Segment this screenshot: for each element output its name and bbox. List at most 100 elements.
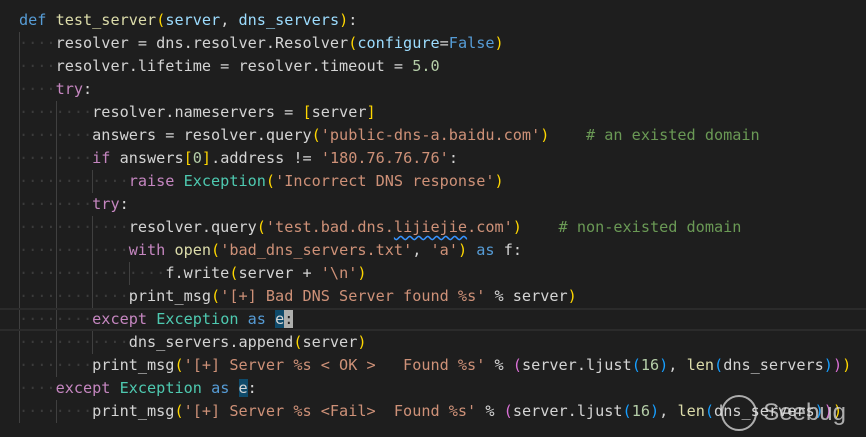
code-token: ) bbox=[494, 34, 504, 52]
code-token: server + bbox=[238, 264, 321, 282]
code-token: with bbox=[128, 241, 166, 259]
code-token: ) bbox=[540, 126, 550, 144]
code-line[interactable]: ············with open('bad_dns_servers.t… bbox=[0, 239, 866, 262]
code-token: resolver = dns.resolver.Resolver bbox=[55, 34, 349, 52]
code-line[interactable]: ················f.write(server + '\n') bbox=[0, 262, 866, 285]
code-token: def bbox=[19, 11, 47, 29]
code-token: server.ljust bbox=[512, 402, 623, 420]
code-token: : bbox=[119, 195, 129, 213]
code-token: open bbox=[174, 241, 212, 259]
code-token: 16 bbox=[640, 356, 660, 374]
indent-guide bbox=[55, 310, 57, 329]
code-token: ( bbox=[211, 241, 221, 259]
code-editor[interactable]: def test_server(server, dns_servers): ···… bbox=[0, 9, 866, 423]
code-line[interactable]: ············raise Exception('Incorrect D… bbox=[0, 170, 866, 193]
indent-guide bbox=[55, 170, 57, 193]
indent-guide bbox=[55, 354, 57, 377]
code-line[interactable]: ········print_msg('[+] Server %s < OK > … bbox=[0, 354, 866, 377]
code-line[interactable]: ········except Exception as e: bbox=[0, 308, 866, 331]
code-token: ( bbox=[174, 356, 184, 374]
code-token: resolver.query bbox=[128, 218, 257, 236]
indent-guide bbox=[128, 262, 130, 285]
code-token: , bbox=[668, 356, 687, 374]
seebug-logo-icon bbox=[721, 395, 758, 431]
code-token: ( bbox=[256, 218, 266, 236]
indent-guide bbox=[19, 78, 20, 101]
code-token: ( bbox=[512, 356, 522, 374]
code-token: server bbox=[311, 103, 367, 121]
indent-guide bbox=[55, 216, 57, 239]
code-token: ) bbox=[339, 11, 349, 29]
code-line[interactable]: def test_server(server, dns_servers): bbox=[0, 9, 866, 32]
indent-guide bbox=[19, 310, 20, 329]
code-token: ) bbox=[357, 333, 367, 351]
code-line[interactable]: ····try: bbox=[0, 78, 866, 101]
code-token: .com' bbox=[467, 218, 513, 236]
code-line[interactable]: ············dns_servers.append(server) bbox=[0, 331, 866, 354]
indent-guide bbox=[19, 193, 20, 216]
code-token: as bbox=[476, 241, 495, 259]
code-token: ( bbox=[311, 126, 321, 144]
code-token: ( bbox=[622, 402, 632, 420]
code-token: ] bbox=[201, 149, 212, 167]
code-token: lijiejie bbox=[393, 218, 468, 236]
code-token: , bbox=[220, 11, 239, 29]
code-token: len bbox=[677, 402, 705, 420]
indent-guide bbox=[19, 147, 20, 170]
code-token: 'Incorrect DNS response' bbox=[275, 172, 495, 190]
code-token: dns_servers.append bbox=[128, 333, 294, 351]
code-line[interactable]: ············print_msg('[+] Bad DNS Serve… bbox=[0, 285, 866, 308]
code-token: ( bbox=[631, 356, 641, 374]
code-token: answers = resolver.query bbox=[92, 126, 312, 144]
code-token: ( bbox=[704, 402, 715, 420]
code-token: ( bbox=[156, 11, 166, 29]
code-token: 'a' bbox=[430, 241, 458, 259]
code-token: , bbox=[659, 402, 678, 420]
code-token: configure bbox=[357, 34, 440, 52]
code-token: '[+] Server %s <Fail> Found %s' bbox=[183, 402, 477, 420]
code-line[interactable]: ········answers = resolver.query('public… bbox=[0, 124, 866, 147]
code-token: server.ljust bbox=[521, 356, 632, 374]
code-token: ) bbox=[512, 218, 522, 236]
code-token: except bbox=[55, 379, 111, 397]
indent-guide bbox=[19, 32, 20, 55]
indent-guide bbox=[19, 331, 20, 354]
code-token: ( bbox=[503, 402, 513, 420]
code-token: print_msg bbox=[92, 356, 175, 374]
code-line[interactable]: ············resolver.query('test.bad.dns… bbox=[0, 216, 866, 239]
code-token: ) bbox=[659, 356, 669, 374]
whitespace-marker: ············ bbox=[19, 241, 129, 259]
indent-guide bbox=[55, 331, 57, 354]
whitespace-marker: ············ bbox=[19, 218, 129, 236]
code-token: dns_servers bbox=[723, 356, 824, 374]
indent-guide bbox=[19, 101, 20, 124]
code-token: '\n' bbox=[320, 264, 358, 282]
code-token: f: bbox=[494, 241, 523, 259]
code-token: Exception bbox=[156, 310, 239, 328]
code-token: ) bbox=[650, 402, 660, 420]
code-line[interactable]: ····resolver = dns.resolver.Resolver(con… bbox=[0, 32, 866, 55]
code-line[interactable]: ········resolver.nameservers = [server] bbox=[0, 101, 866, 124]
code-token: dns_servers bbox=[238, 11, 340, 29]
code-token: ) bbox=[823, 356, 833, 374]
code-token: ) bbox=[494, 172, 504, 190]
code-token: .address != bbox=[211, 149, 321, 167]
code-line[interactable]: ········if answers[0].address != '180.76… bbox=[0, 147, 866, 170]
indent-guide bbox=[92, 239, 94, 262]
code-token: % bbox=[476, 402, 504, 420]
code-line[interactable]: ········try: bbox=[0, 193, 866, 216]
code-token: : bbox=[448, 149, 458, 167]
indent-guide bbox=[55, 147, 57, 170]
code-token: try bbox=[55, 80, 84, 98]
code-token: % bbox=[485, 356, 513, 374]
code-line[interactable]: ····resolver.lifetime = resolver.timeout… bbox=[0, 55, 866, 78]
code-token: server bbox=[165, 11, 221, 29]
code-token: as bbox=[247, 310, 266, 328]
code-token: : bbox=[247, 379, 257, 397]
code-token: 'bad_dns_servers.txt' bbox=[220, 241, 413, 259]
code-token: : bbox=[348, 11, 358, 29]
code-token: '180.76.76.76' bbox=[320, 149, 449, 167]
